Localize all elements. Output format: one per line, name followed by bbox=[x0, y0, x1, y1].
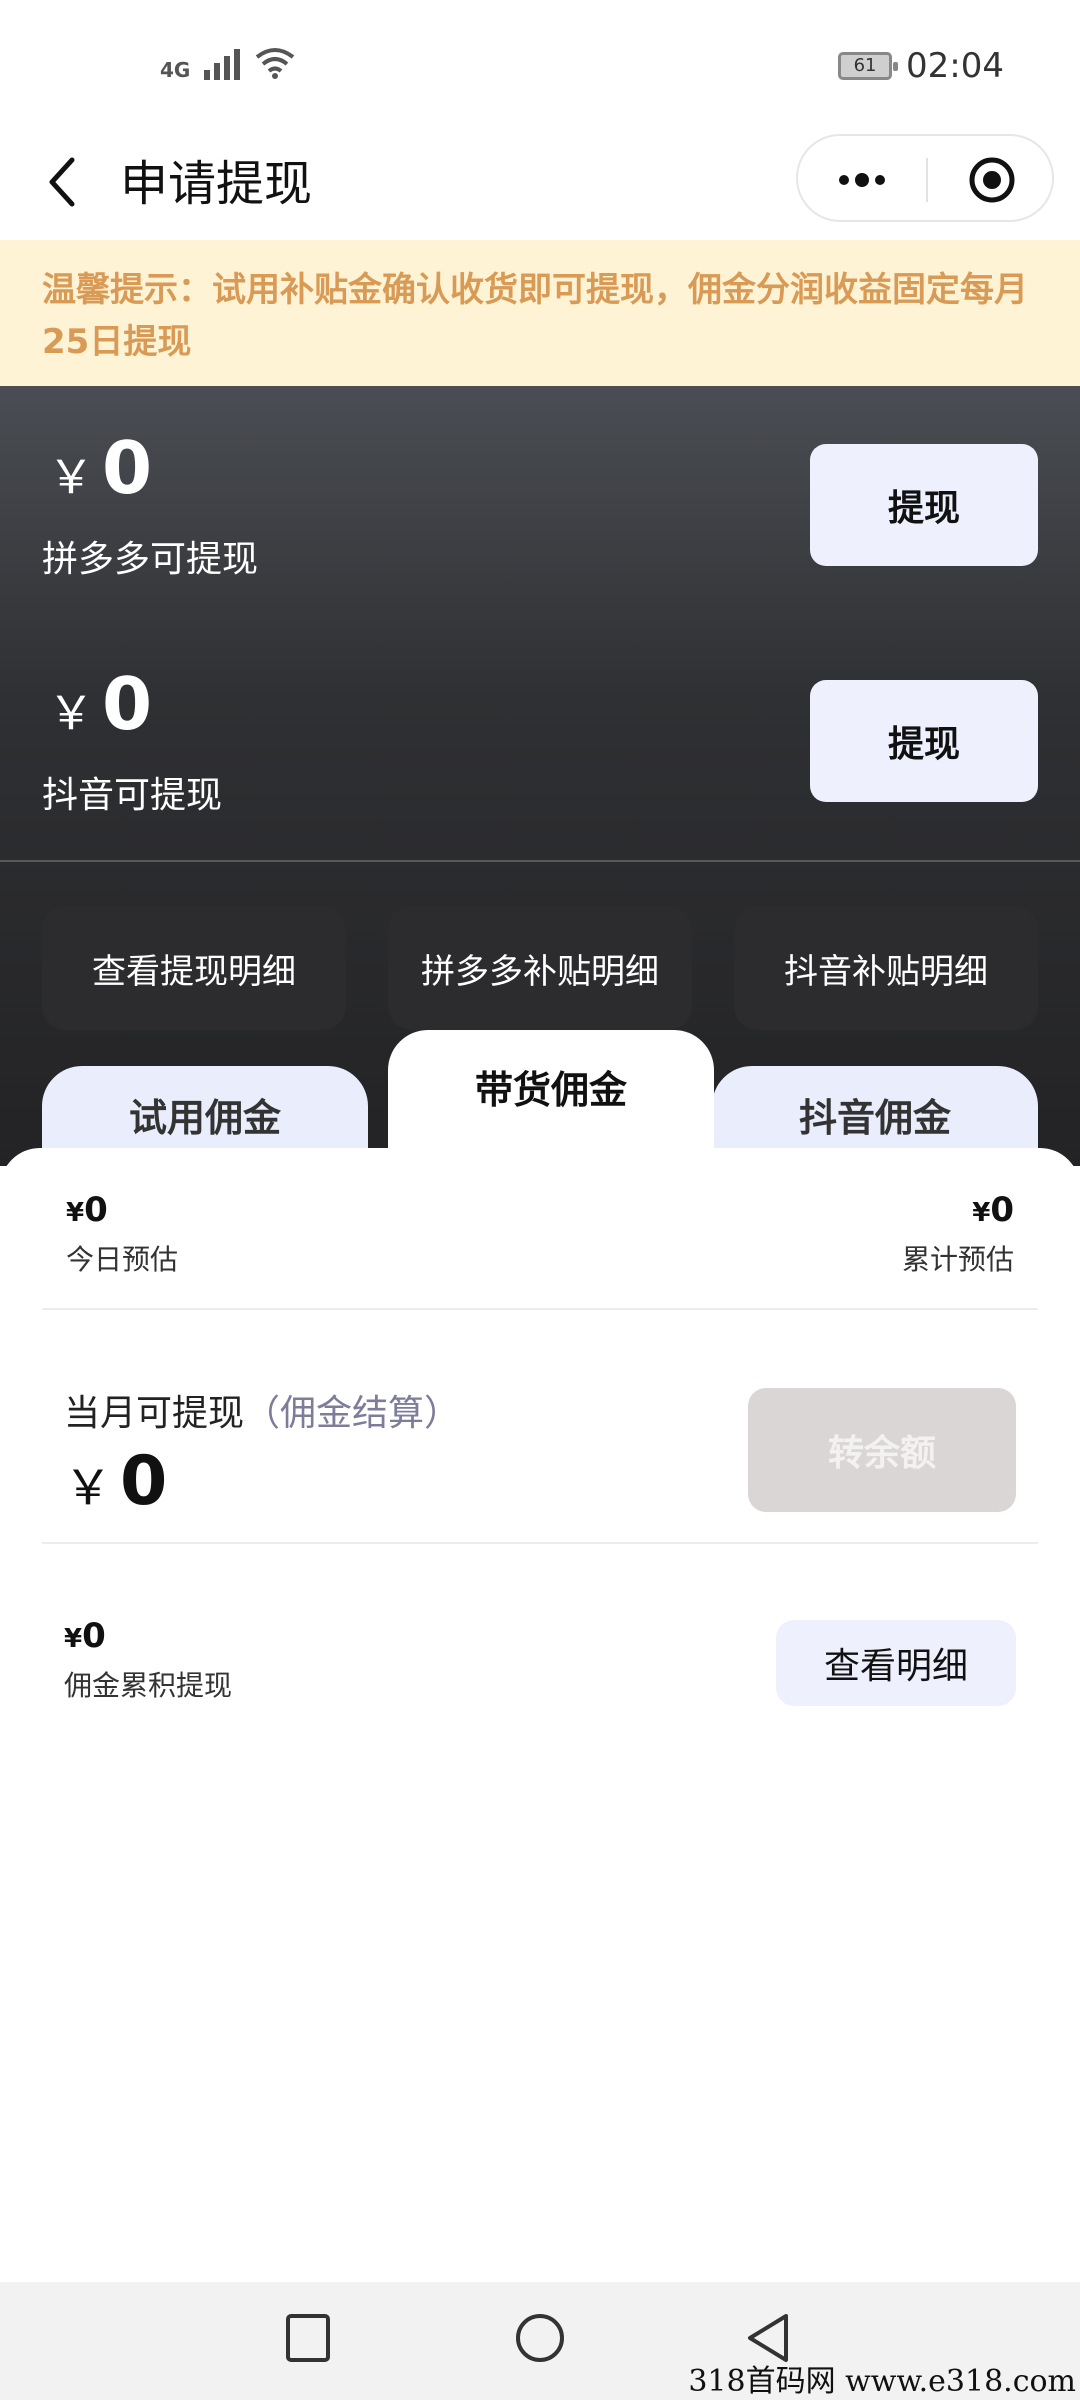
pdd-balance-label: 拼多多可提现 bbox=[42, 539, 259, 580]
douyin-balance-label: 抖音可提现 bbox=[42, 775, 223, 816]
back-arrow-icon[interactable] bbox=[42, 152, 82, 212]
signal-icon bbox=[204, 44, 241, 80]
pdd-balance-amount: ￥ 0 bbox=[48, 426, 153, 510]
total-estimate: ¥0 累计预估 bbox=[901, 1190, 1014, 1276]
recents-icon[interactable] bbox=[284, 2310, 332, 2366]
page-title: 申请提现 bbox=[120, 156, 313, 212]
douyin-subsidy-detail-button[interactable]: 抖音补贴明细 bbox=[734, 906, 1038, 1030]
pdd-withdraw-button[interactable]: 提现 bbox=[810, 444, 1038, 566]
close-target-icon[interactable] bbox=[968, 156, 1016, 204]
watermark: 318首码网 www.e318.com bbox=[688, 2364, 1076, 2399]
clock: 02:04 bbox=[906, 46, 1004, 86]
network-type: 4G bbox=[160, 58, 191, 82]
detail-buttons: 查看提现明细 拼多多补贴明细 抖音补贴明细 bbox=[42, 906, 1038, 1030]
pdd-balance-row: ￥ 0 拼多多可提现 提现 bbox=[0, 426, 1080, 626]
commission-card: ¥0 今日预估 ¥0 累计预估 当月可提现（佣金结算） ￥ 0 转余额 ¥0 佣金… bbox=[0, 1148, 1080, 2282]
status-bar: 4G 61 02:04 bbox=[0, 0, 1080, 130]
status-left: 4G bbox=[160, 44, 296, 80]
douyin-withdraw-button[interactable]: 提现 bbox=[810, 680, 1038, 802]
home-icon[interactable] bbox=[514, 2310, 566, 2366]
view-detail-button[interactable]: 查看明细 bbox=[776, 1620, 1016, 1706]
status-right: 61 02:04 bbox=[838, 46, 1004, 86]
system-nav-bar: 318首码网 www.e318.com bbox=[0, 2282, 1080, 2400]
battery-icon: 61 bbox=[838, 52, 899, 80]
tab-sales-commission[interactable]: 带货佣金 bbox=[388, 1030, 714, 1170]
notice-banner: 温馨提示：试用补贴金确认收货即可提现，佣金分润收益固定每月25日提现 bbox=[0, 240, 1080, 386]
divider bbox=[42, 1308, 1038, 1310]
withdraw-detail-button[interactable]: 查看提现明细 bbox=[42, 906, 346, 1030]
douyin-balance-amount: ￥ 0 bbox=[48, 662, 153, 746]
today-estimate: ¥0 今日预估 bbox=[66, 1190, 179, 1276]
mini-program-capsule bbox=[796, 134, 1054, 222]
nav-bar: 申请提现 bbox=[0, 130, 1080, 240]
notice-text: 温馨提示：试用补贴金确认收货即可提现，佣金分润收益固定每月25日提现 bbox=[42, 270, 1028, 362]
panel-divider bbox=[0, 860, 1080, 862]
cumulative-withdrawn: ¥0 佣金累积提现 bbox=[64, 1616, 233, 1702]
pdd-subsidy-detail-button[interactable]: 拼多多补贴明细 bbox=[388, 906, 692, 1030]
more-icon[interactable] bbox=[834, 162, 890, 198]
capsule-divider bbox=[926, 158, 928, 202]
douyin-balance-row: ￥ 0 抖音可提现 提现 bbox=[0, 662, 1080, 862]
wifi-icon bbox=[256, 48, 295, 79]
transfer-balance-button[interactable]: 转余额 bbox=[748, 1388, 1016, 1512]
divider bbox=[42, 1542, 1038, 1544]
month-withdrawable: 当月可提现（佣金结算） ￥ 0 bbox=[64, 1393, 461, 1521]
month-amount: ￥ 0 bbox=[64, 1442, 168, 1521]
